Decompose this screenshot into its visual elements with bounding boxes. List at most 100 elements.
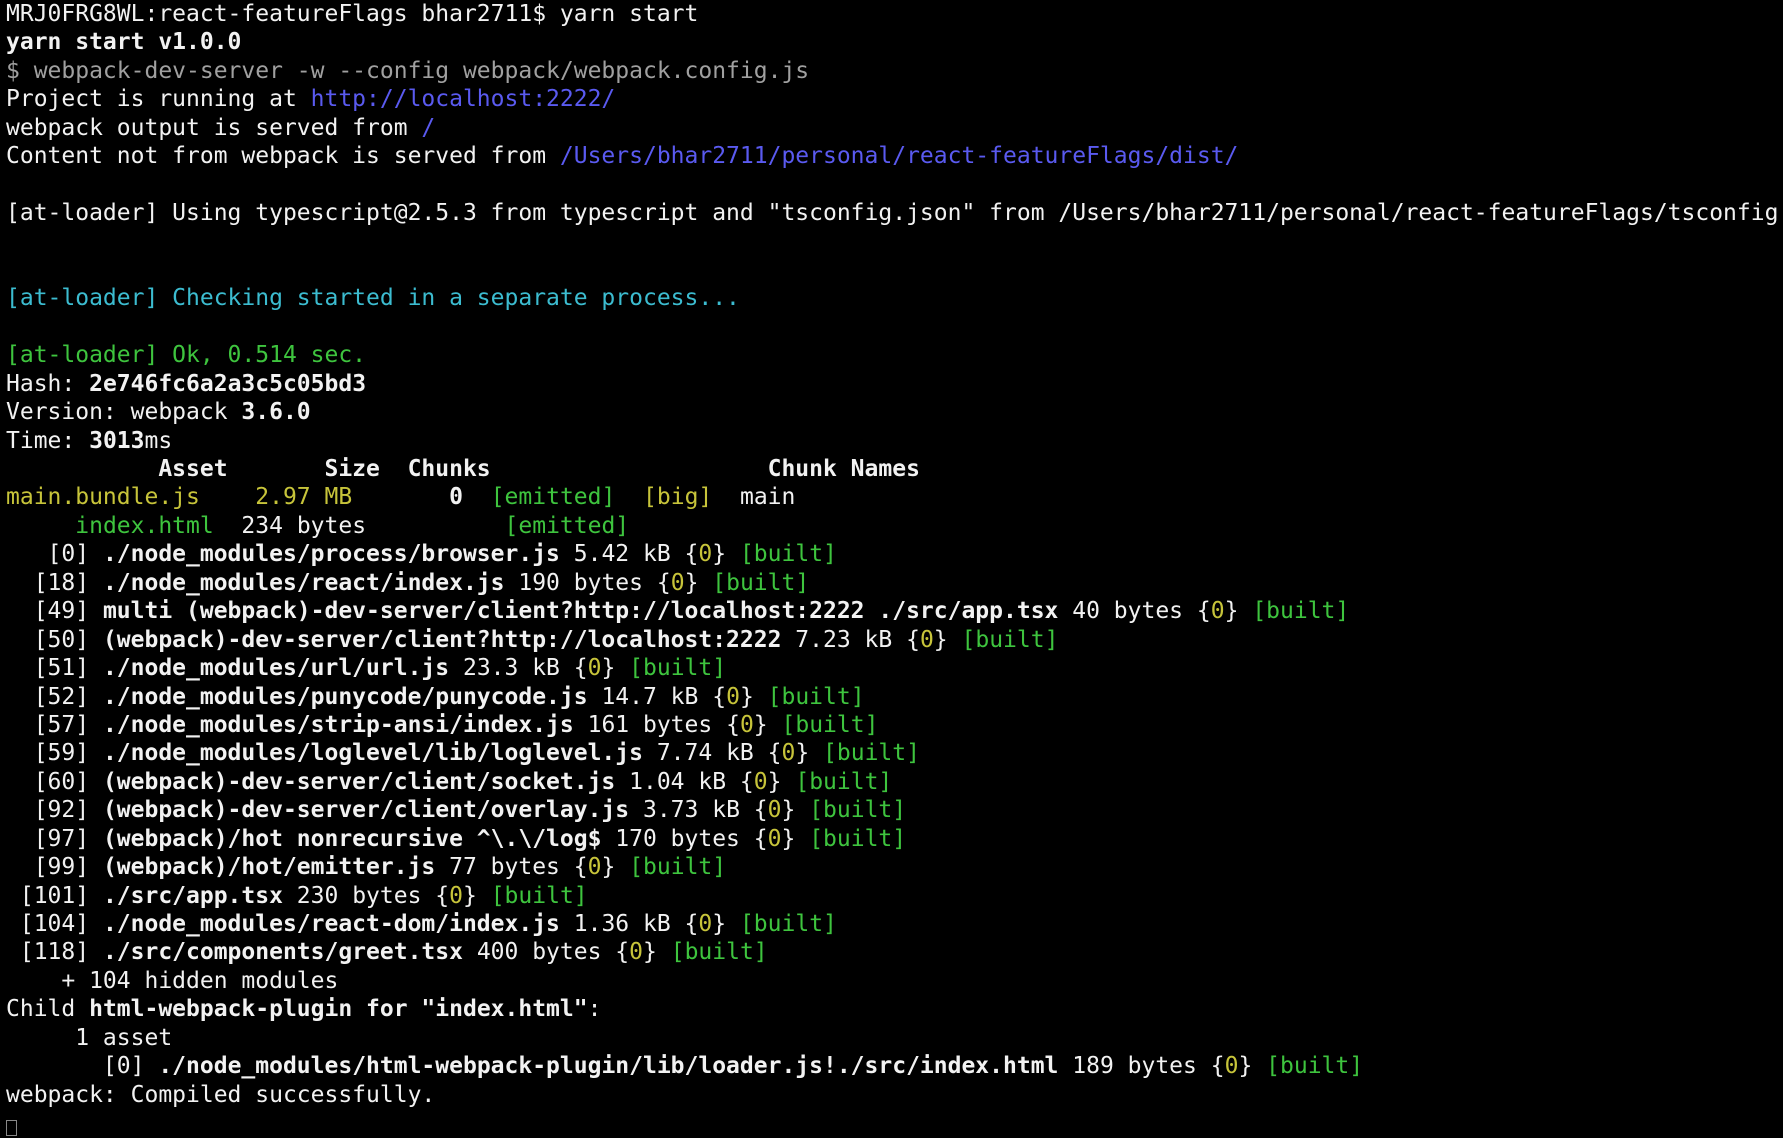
- terminal-text: [emitted]: [504, 512, 630, 539]
- terminal-text: }: [795, 740, 824, 767]
- terminal-line: webpack: Compiled successfully.: [6, 1081, 1783, 1109]
- terminal-text: [built]: [781, 711, 879, 738]
- terminal-text: main.bundle.js: [6, 484, 200, 511]
- terminal-text: [built]: [823, 740, 920, 767]
- terminal-text: [emitted]: [490, 484, 616, 511]
- terminal-text: {: [739, 768, 754, 795]
- cursor-icon: [6, 1120, 17, 1137]
- terminal-text: /: [421, 114, 436, 141]
- terminal-line: $ webpack-dev-server -w --config webpack…: [6, 57, 1783, 85]
- terminal-text: 0: [1224, 1053, 1239, 1080]
- terminal-text: }: [601, 854, 630, 881]
- terminal-text: [at-loader] Using typescript@2.5.3 from …: [6, 200, 1783, 227]
- terminal-line: Version: webpack 3.6.0: [6, 398, 1783, 426]
- terminal-line: webpack output is served from /: [6, 114, 1783, 142]
- terminal-text: 190 bytes: [504, 569, 657, 596]
- terminal-text: [0]: [6, 541, 103, 568]
- terminal-line: MRJ0FRG8WL:react-featureFlags bhar2711$ …: [6, 0, 1783, 28]
- terminal-text: 3.73 kB: [629, 797, 754, 824]
- terminal-text: }: [781, 797, 810, 824]
- terminal-line: [118] ./src/components/greet.tsx 400 byt…: [6, 938, 1783, 966]
- terminal-text: [59]: [6, 740, 103, 767]
- terminal-text: 189 bytes: [1058, 1053, 1211, 1080]
- terminal-text: [104]: [6, 911, 103, 937]
- terminal-line: [99] (webpack)/hot/emitter.js 77 bytes {…: [6, 853, 1783, 881]
- terminal-text: (webpack)/hot nonrecursive ^\.\/log$: [102, 825, 602, 852]
- terminal-text: [60]: [6, 768, 103, 795]
- terminal-text: }: [753, 711, 782, 738]
- terminal-line: [52] ./node_modules/punycode/punycode.js…: [6, 683, 1783, 711]
- terminal-line: [101] ./src/app.tsx 230 bytes {0} [built…: [6, 882, 1783, 910]
- terminal-text: 77 bytes: [435, 854, 574, 881]
- terminal-text: {: [573, 854, 588, 881]
- terminal-text: ./node_modules/loglevel/lib/loglevel.js: [102, 740, 643, 767]
- terminal-text: 2e746fc6a2a3c5c05bd3: [89, 370, 367, 397]
- terminal-text: }: [684, 569, 713, 596]
- terminal-text: html-webpack-plugin for "index.html": [89, 996, 588, 1023]
- terminal-text: 0: [726, 683, 740, 710]
- terminal-text: 1.36 kB: [559, 911, 685, 937]
- terminal-text: (webpack)-dev-server/client/overlay.js: [102, 797, 630, 824]
- terminal-text: [18]: [6, 569, 103, 596]
- terminal-text: ./node_modules/process/browser.js: [102, 541, 560, 568]
- terminal-line: Hash: 2e746fc6a2a3c5c05bd3: [6, 370, 1783, 398]
- terminal-text: [0]: [6, 1053, 159, 1080]
- terminal-line: [60] (webpack)-dev-server/client/socket.…: [6, 768, 1783, 796]
- terminal-text: 3013: [89, 427, 145, 454]
- terminal-text: Time:: [6, 427, 90, 454]
- terminal-line: index.html 234 bytes [emitted]: [6, 512, 1783, 540]
- terminal-line: Time: 3013ms: [6, 427, 1783, 455]
- terminal-text: [at-loader] Ok, 0.514 sec.: [6, 342, 367, 369]
- terminal-text: ./node_modules/strip-ansi/index.js: [102, 711, 574, 738]
- terminal-text: 0: [781, 740, 796, 767]
- terminal-text: {: [573, 655, 588, 682]
- terminal-text: 170 bytes: [601, 825, 754, 852]
- terminal-text: http://localhost:2222/: [310, 86, 616, 113]
- terminal-text: [101]: [6, 882, 103, 909]
- terminal-text: [49]: [6, 598, 103, 625]
- terminal-line: [0] ./node_modules/process/browser.js 5.…: [6, 540, 1783, 568]
- terminal-text: 3.6.0: [241, 399, 311, 426]
- terminal-text: main: [712, 484, 796, 511]
- terminal-text: Asset Size Chunks Chunk Names: [6, 456, 920, 482]
- terminal-text: [built]: [809, 797, 907, 824]
- terminal-text: }: [601, 655, 630, 682]
- terminal-text: 400 bytes: [462, 939, 616, 966]
- terminal-text: {: [712, 683, 727, 710]
- terminal-text: ms: [144, 427, 173, 454]
- terminal-text: $ webpack-dev-server -w --config webpack…: [6, 57, 810, 84]
- terminal-text: [built]: [739, 541, 837, 568]
- terminal-text: 14.7 kB: [587, 683, 713, 710]
- terminal-text: ./node_modules/url/url.js: [102, 655, 450, 682]
- terminal-text: {: [684, 911, 699, 937]
- terminal-prompt-line: [6, 1109, 1783, 1137]
- terminal-line: [at-loader] Ok, 0.514 sec.: [6, 341, 1783, 369]
- terminal-text: Content not from webpack is served from: [6, 143, 560, 170]
- terminal-text: 0: [698, 911, 713, 937]
- terminal-text: }: [712, 541, 740, 568]
- terminal-text: ./node_modules/react/index.js: [102, 569, 505, 596]
- terminal-text: {: [1210, 1053, 1225, 1080]
- terminal-text: [big]: [643, 484, 713, 511]
- terminal-output[interactable]: MRJ0FRG8WL:react-featureFlags bhar2711$ …: [0, 0, 1783, 1137]
- terminal-text: ./node_modules/react-dom/index.js: [102, 911, 560, 937]
- terminal-text: {: [753, 797, 768, 824]
- terminal-line: [at-loader] Checking started in a separa…: [6, 284, 1783, 312]
- terminal-text: [57]: [6, 711, 103, 738]
- terminal-text: [97]: [6, 825, 103, 852]
- terminal-line: main.bundle.js 2.97 MB 0 [emitted] [big]…: [6, 483, 1783, 511]
- terminal-text: 0: [449, 882, 463, 909]
- terminal-line: + 104 hidden modules: [6, 967, 1783, 995]
- terminal-text: /Users/bhar2711/personal/react-featureFl…: [559, 143, 1239, 170]
- terminal-text: }: [463, 882, 491, 909]
- terminal-text: 23.3 kB: [449, 655, 574, 682]
- terminal-text: (webpack)-dev-server/client/socket.js: [102, 768, 616, 795]
- terminal-text: 0: [739, 711, 754, 738]
- terminal-text: 1.04 kB: [615, 768, 740, 795]
